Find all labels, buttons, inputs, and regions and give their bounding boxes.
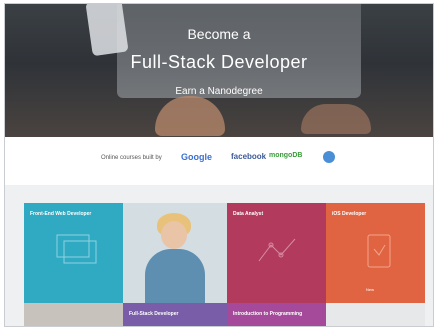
tile-label: Full-Stack Developer [129, 311, 179, 317]
mongodb-logo: mongoDB [269, 152, 303, 159]
hero-banner[interactable]: Become a Full-Stack Developer Earn a Nan… [5, 4, 433, 137]
network-icon [258, 238, 296, 262]
att-logo-icon [323, 151, 335, 163]
person-body [145, 249, 205, 303]
tile-instructor-photo [123, 203, 227, 303]
tile-ios-developer[interactable]: iOS Developer New [326, 203, 425, 303]
tile-fullstack-developer[interactable]: Full-Stack Developer [123, 303, 227, 326]
facebook-logo: facebook [231, 152, 267, 161]
tile-label: Data Analyst [233, 211, 264, 217]
hand-image [155, 96, 225, 136]
browser-frame: Become a Full-Stack Developer Earn a Nan… [4, 3, 434, 327]
laptop-image [117, 4, 361, 98]
monitor-icon [56, 234, 97, 264]
tile-label: iOS Developer [332, 211, 367, 217]
tile-data-analyst[interactable]: Data Analyst [227, 203, 326, 303]
hand-image-right [301, 104, 371, 134]
partners-label: Online courses built by [101, 155, 162, 161]
tile-label: Introduction to Programming [233, 311, 303, 317]
tile-photo-bottom-left [24, 303, 123, 326]
tile-frontend-developer[interactable]: Front-End Web Developer [24, 203, 123, 303]
google-logo: Google [181, 152, 212, 162]
new-tag: New [366, 287, 375, 292]
tile-photo-bottom-right [326, 303, 425, 326]
partners-strip: Online courses built by Google facebook … [5, 137, 433, 185]
tile-label: Front-End Web Developer [30, 211, 92, 217]
tablet-icon [367, 234, 391, 268]
hero-title-line2: Full-Stack Developer [130, 52, 308, 72]
hero-subtitle: Earn a Nanodegree [175, 86, 263, 97]
course-grid: Front-End Web Developer Data Analyst iOS… [5, 185, 433, 326]
person-face [161, 221, 187, 249]
tile-intro-programming[interactable]: Introduction to Programming [227, 303, 326, 326]
hero-title-line1: Become a [187, 26, 251, 42]
